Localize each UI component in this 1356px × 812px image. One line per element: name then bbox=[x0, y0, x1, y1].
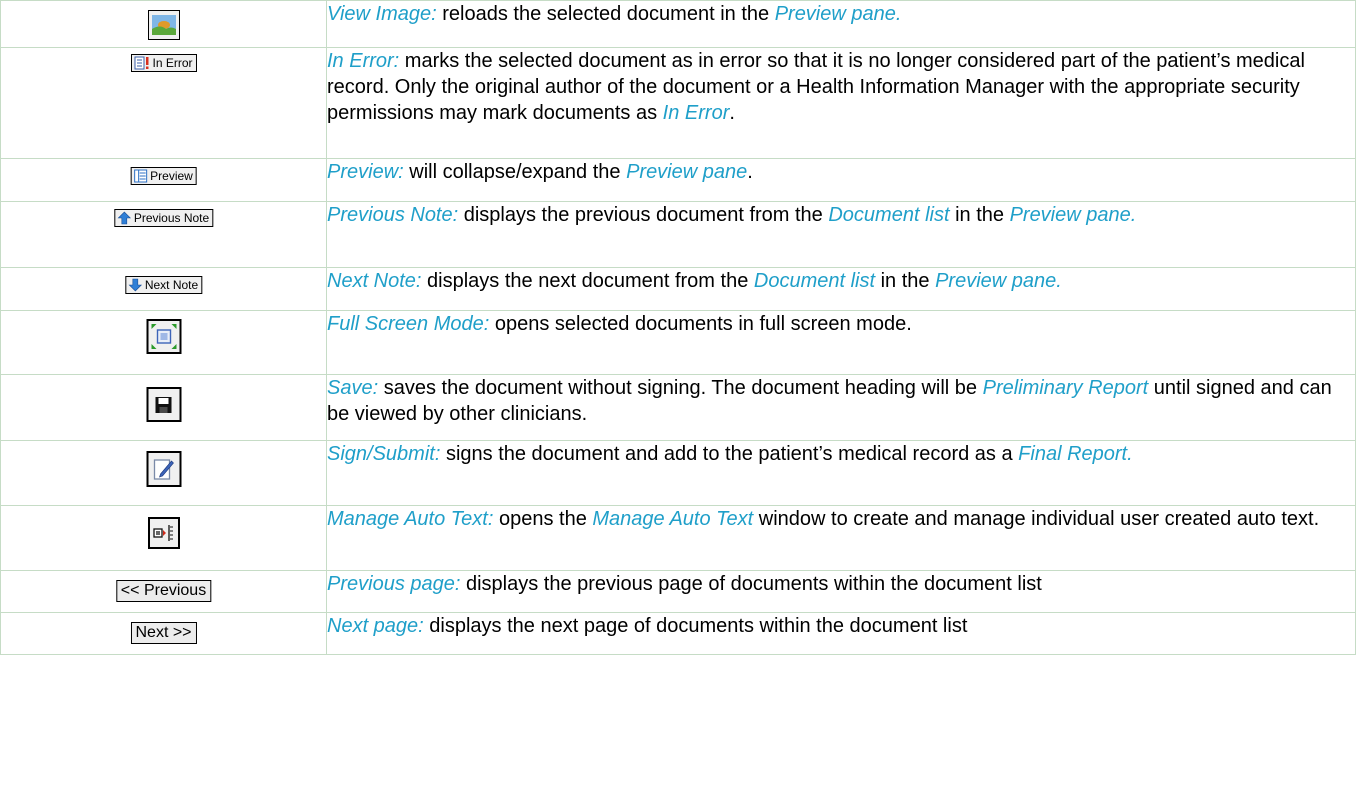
row-description: Manage Auto Text: opens the Manage Auto … bbox=[326, 505, 1356, 571]
ui-term: Document list bbox=[828, 204, 950, 226]
description-text: opens the bbox=[493, 508, 593, 530]
in-error-label: In Error bbox=[152, 56, 193, 70]
icon-cell bbox=[0, 374, 327, 441]
row-description: Save: saves the document without signing… bbox=[326, 374, 1356, 441]
preview-icon[interactable]: Preview bbox=[130, 167, 197, 185]
description-text: saves the document without signing. The … bbox=[378, 377, 983, 399]
description-text: displays the next document from the bbox=[421, 270, 754, 292]
next-page-icon[interactable]: Next >> bbox=[130, 622, 197, 644]
feature-name: Manage Auto Text: bbox=[327, 508, 494, 530]
row-description: In Error: marks the selected document as… bbox=[326, 47, 1356, 159]
manage-auto-text-icon[interactable] bbox=[147, 517, 180, 549]
table-row: Previous Note Previous Note: displays th… bbox=[0, 201, 1356, 268]
table-row: In Error In Error: marks the selected do… bbox=[0, 47, 1356, 159]
ui-term: Document list bbox=[753, 270, 876, 292]
icon-cell: In Error bbox=[0, 47, 327, 159]
toolbar-reference-table: View Image: reloads the selected documen… bbox=[0, 0, 1356, 655]
icon-cell bbox=[0, 440, 327, 506]
description-text: . bbox=[729, 102, 735, 124]
table-row: Next Note Next Note: displays the next d… bbox=[0, 267, 1356, 311]
ui-term: Preliminary Report bbox=[982, 377, 1149, 399]
ui-term: Preview pane. bbox=[935, 270, 1062, 292]
feature-name: Previous Note: bbox=[327, 204, 459, 226]
table-row: View Image: reloads the selected documen… bbox=[0, 0, 1356, 48]
table-row: Sign/Submit: signs the document and add … bbox=[0, 440, 1356, 506]
preview-label: Preview bbox=[150, 169, 193, 183]
ui-term: Preview pane. bbox=[1009, 204, 1137, 226]
table-row: Full Screen Mode: opens selected documen… bbox=[0, 310, 1356, 375]
icon-cell: Next Note bbox=[0, 267, 327, 311]
previous-page-icon[interactable]: << Previous bbox=[115, 580, 212, 602]
save-icon[interactable] bbox=[146, 387, 181, 422]
row-description: Previous page: displays the previous pag… bbox=[326, 570, 1356, 613]
table-row: << Previous Previous page: displays the … bbox=[0, 570, 1356, 613]
description-text: will collapse/expand the bbox=[403, 161, 627, 183]
feature-name: Sign/Submit: bbox=[327, 443, 441, 465]
icon-cell: Next >> bbox=[0, 612, 327, 655]
in-error-icon[interactable]: In Error bbox=[130, 54, 197, 72]
feature-name: Previous page: bbox=[327, 573, 461, 595]
ui-term: In Error bbox=[662, 102, 730, 124]
feature-name: Full Screen Mode: bbox=[327, 313, 490, 335]
feature-name: In Error: bbox=[327, 50, 400, 72]
row-description: Next page: displays the next page of doc… bbox=[326, 612, 1356, 655]
previous-note-label: Previous Note bbox=[133, 211, 210, 225]
table-row: Next >> Next page: displays the next pag… bbox=[0, 612, 1356, 655]
ui-term: Final Report. bbox=[1018, 443, 1133, 465]
description-text: displays the previous page of documents … bbox=[460, 573, 1042, 595]
description-text: displays the next page of documents with… bbox=[423, 615, 968, 637]
feature-name: View Image: bbox=[327, 3, 437, 25]
description-text: signs the document and add to the patien… bbox=[440, 443, 1019, 465]
icon-cell: Preview bbox=[0, 158, 327, 202]
image-icon[interactable] bbox=[147, 10, 180, 40]
row-description: Sign/Submit: signs the document and add … bbox=[326, 440, 1356, 506]
next-page-label: Next >> bbox=[135, 624, 192, 641]
description-text: in the bbox=[949, 204, 1010, 226]
icon-cell bbox=[0, 310, 327, 375]
table-row: Save: saves the document without signing… bbox=[0, 374, 1356, 441]
previous-page-label: << Previous bbox=[120, 582, 207, 599]
feature-name: Preview: bbox=[327, 161, 404, 183]
description-text: marks the selected document as in error … bbox=[327, 50, 1305, 124]
table-row: Preview Preview: will collapse/expand th… bbox=[0, 158, 1356, 202]
description-text: in the bbox=[875, 270, 936, 292]
description-text: reloads the selected document in the bbox=[436, 3, 775, 25]
icon-cell: Previous Note bbox=[0, 201, 327, 268]
ui-term: Preview pane bbox=[626, 161, 748, 183]
feature-name: Next page: bbox=[327, 615, 424, 637]
icon-cell bbox=[0, 505, 327, 571]
full-screen-icon[interactable] bbox=[146, 319, 181, 354]
row-description: Full Screen Mode: opens selected documen… bbox=[326, 310, 1356, 375]
next-note-label: Next Note bbox=[144, 278, 199, 292]
row-description: Next Note: displays the next document fr… bbox=[326, 267, 1356, 311]
description-text: window to create and manage individual u… bbox=[753, 508, 1320, 530]
ui-term: Preview pane. bbox=[774, 3, 902, 25]
sign-submit-icon[interactable] bbox=[146, 451, 181, 487]
feature-name: Save: bbox=[327, 377, 379, 399]
row-description: Preview: will collapse/expand the Previe… bbox=[326, 158, 1356, 202]
ui-term: Manage Auto Text bbox=[592, 508, 754, 530]
row-description: Previous Note: displays the previous doc… bbox=[326, 201, 1356, 268]
icon-cell: << Previous bbox=[0, 570, 327, 613]
row-description: View Image: reloads the selected documen… bbox=[326, 0, 1356, 48]
description-text: displays the previous document from the bbox=[458, 204, 829, 226]
previous-note-icon[interactable]: Previous Note bbox=[113, 209, 214, 227]
icon-cell bbox=[0, 0, 327, 48]
next-note-icon[interactable]: Next Note bbox=[124, 276, 203, 294]
table-row: Manage Auto Text: opens the Manage Auto … bbox=[0, 505, 1356, 571]
feature-name: Next Note: bbox=[327, 270, 422, 292]
description-text: . bbox=[747, 161, 753, 183]
description-text: opens selected documents in full screen … bbox=[489, 313, 912, 335]
